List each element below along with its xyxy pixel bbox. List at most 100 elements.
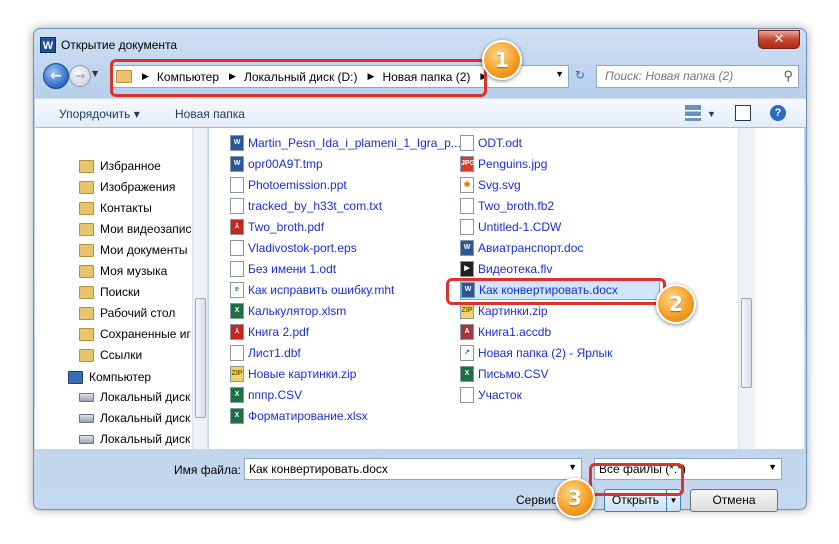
nav-item[interactable]: Компьютер — [68, 367, 151, 387]
file-item[interactable]: Xпппр.CSV — [230, 385, 302, 405]
nav-item[interactable]: Локальный диск — [79, 408, 190, 428]
file-item[interactable]: X Форматирование.xlsx — [230, 406, 368, 426]
file-name: Авиатранспорт.doc — [478, 241, 584, 255]
nav-item-label: Поиски — [100, 285, 140, 299]
file-name: Penguins.jpg — [478, 157, 548, 171]
nav-item[interactable]: Сохраненные иг — [79, 324, 191, 344]
new-folder-button[interactable]: Новая папка — [175, 107, 245, 121]
file-item[interactable]: e Как исправить ошибку.mht — [230, 280, 394, 300]
file-item[interactable]: Участок — [460, 385, 522, 405]
file-item[interactable]: Two_broth.fb2 — [460, 196, 554, 216]
file-item[interactable]: ⅄ Two_broth.pdf — [230, 217, 324, 237]
folder-icon — [79, 222, 94, 236]
file-name: Лист1.dbf — [248, 346, 301, 360]
file-item[interactable]: Без имени 1.odt — [230, 259, 336, 279]
back-button[interactable]: ← — [43, 63, 69, 89]
file-name: Форматирование.xlsx — [248, 409, 368, 423]
file-item[interactable]: ◉ Svg.svg — [460, 175, 521, 195]
nav-item-label: Локальный диск — [100, 390, 191, 404]
search-input[interactable]: Поиск: Новая папка (2) ⚲ — [596, 65, 799, 88]
close-button[interactable]: ✕ — [758, 30, 800, 49]
excel-file-icon: X — [460, 366, 474, 382]
file-type-dropdown-icon[interactable]: ▼ — [768, 462, 777, 472]
nav-item[interactable]: Моя музыка — [79, 261, 167, 281]
file-item[interactable]: ODT.odt — [460, 133, 522, 153]
nav-item[interactable]: Локальный диск — [79, 387, 190, 407]
file-item[interactable]: Photoemission.ppt — [230, 175, 347, 195]
search-icon[interactable]: ⚲ — [783, 68, 793, 84]
file-name: Книга1.accdb — [478, 325, 552, 339]
odt-file-icon — [460, 135, 474, 151]
file-name: Участок — [478, 388, 522, 402]
file-item[interactable]: X Письмо.CSV — [460, 364, 549, 384]
nav-item[interactable]: Изображения — [79, 177, 175, 197]
folder-icon — [79, 180, 94, 194]
breadcrumb-highlight — [110, 59, 487, 97]
search-placeholder: Поиск: Новая папка (2) — [605, 69, 734, 83]
file-scroll-thumb[interactable] — [741, 298, 752, 388]
nav-item[interactable]: Мои документы — [79, 240, 187, 260]
nav-scrollbar[interactable] — [192, 128, 207, 449]
view-dropdown-icon[interactable]: ▼ — [707, 109, 716, 119]
history-dropdown-icon[interactable]: ▼ — [92, 69, 98, 78]
file-name: Martin_Pesn_Ida_i_plameni_1_Igra_p... — [248, 136, 461, 150]
file-scrollbar[interactable] — [738, 128, 755, 449]
nav-item-label: Моя музыка — [100, 264, 168, 278]
organize-button[interactable]: Упорядочить ▾ — [59, 107, 140, 121]
address-dropdown-icon[interactable]: ▼ — [555, 69, 564, 79]
file-item[interactable]: JPG Penguins.jpg — [460, 154, 547, 174]
refresh-icon[interactable]: ↻ — [575, 68, 585, 82]
preview-pane-icon[interactable] — [735, 105, 751, 121]
nav-item[interactable]: Мои видеозапис — [79, 219, 192, 239]
open-document-dialog: W Открытие документа ✕ ← → ▼ ▶ Компьютер… — [33, 28, 807, 512]
jpg-file-icon: JPG — [460, 156, 475, 172]
nav-item[interactable]: Локальный диск — [79, 429, 190, 449]
nav-item[interactable]: Избранное — [79, 156, 161, 176]
file-item[interactable]: W Авиатранспорт.doc — [460, 238, 583, 258]
folder-icon — [79, 285, 94, 299]
open-button-highlight — [589, 463, 684, 496]
step-badge-2: 2 — [656, 284, 696, 324]
doc-file-icon — [460, 219, 474, 235]
file-item[interactable]: Wopr00A9T.tmp — [230, 154, 323, 174]
excel-file-icon: X — [230, 387, 244, 403]
nav-item-label: Контакты — [100, 201, 152, 215]
file-item[interactable]: ▶ Видеотека.flv — [460, 259, 552, 279]
file-name: opr00A9T.tmp — [248, 157, 323, 171]
file-item[interactable]: ZIP Новые картинки.zip — [230, 364, 356, 384]
svg-file-icon: ◉ — [460, 177, 474, 193]
filename-field[interactable]: Как конвертировать.docx ▼ — [244, 458, 582, 480]
forward-button[interactable]: → — [69, 65, 91, 87]
file-name: Картинки.zip — [478, 304, 548, 318]
bottom-controls: Имя файла: Как конвертировать.docx ▼ Все… — [35, 449, 806, 512]
cancel-button[interactable]: Отмена — [690, 489, 778, 512]
file-item[interactable]: Vladivostok-port.eps — [230, 238, 357, 258]
nav-item[interactable]: Рабочий стол — [79, 303, 175, 323]
file-item[interactable]: ⅄ Книга 2.pdf — [230, 322, 309, 342]
help-icon[interactable]: ? — [770, 105, 786, 121]
file-item[interactable]: X Калькулятор.xlsm — [230, 301, 346, 321]
navigation-pane: Избранное Изображения Контакты Мои видеозап… — [35, 128, 208, 449]
doc-file-icon — [230, 345, 244, 361]
service-button[interactable]: Сервис — [516, 493, 557, 507]
nav-item[interactable]: Ссылки — [79, 345, 142, 365]
flv-file-icon: ▶ — [460, 261, 474, 277]
file-item[interactable]: tracked_by_h33t_com.txt — [230, 196, 382, 216]
file-name: Two_broth.pdf — [248, 220, 325, 234]
filename-dropdown-icon[interactable]: ▼ — [568, 462, 577, 472]
change-view-icon[interactable] — [685, 105, 701, 121]
excel-file-icon: X — [230, 303, 244, 319]
nav-item[interactable]: Поиски — [79, 282, 140, 302]
excel-file-icon: X — [230, 408, 244, 424]
file-item[interactable]: ↗ Новая папка (2) - Ярлык — [460, 343, 612, 363]
nav-item-label: Избранное — [100, 159, 161, 173]
file-item[interactable]: W Martin_Pesn_Ida_i_plameni_1_Igra_p... — [230, 133, 461, 153]
file-item[interactable]: A Книга1.accdb — [460, 322, 551, 342]
file-item[interactable]: Лист1.dbf — [230, 343, 301, 363]
folder-icon — [79, 159, 94, 173]
file-name: Untitled-1.CDW — [478, 220, 562, 234]
nav-item[interactable]: Контакты — [79, 198, 152, 218]
window-title: Открытие документа — [61, 38, 178, 52]
file-item[interactable]: Untitled-1.CDW — [460, 217, 561, 237]
nav-scroll-thumb[interactable] — [195, 298, 206, 418]
